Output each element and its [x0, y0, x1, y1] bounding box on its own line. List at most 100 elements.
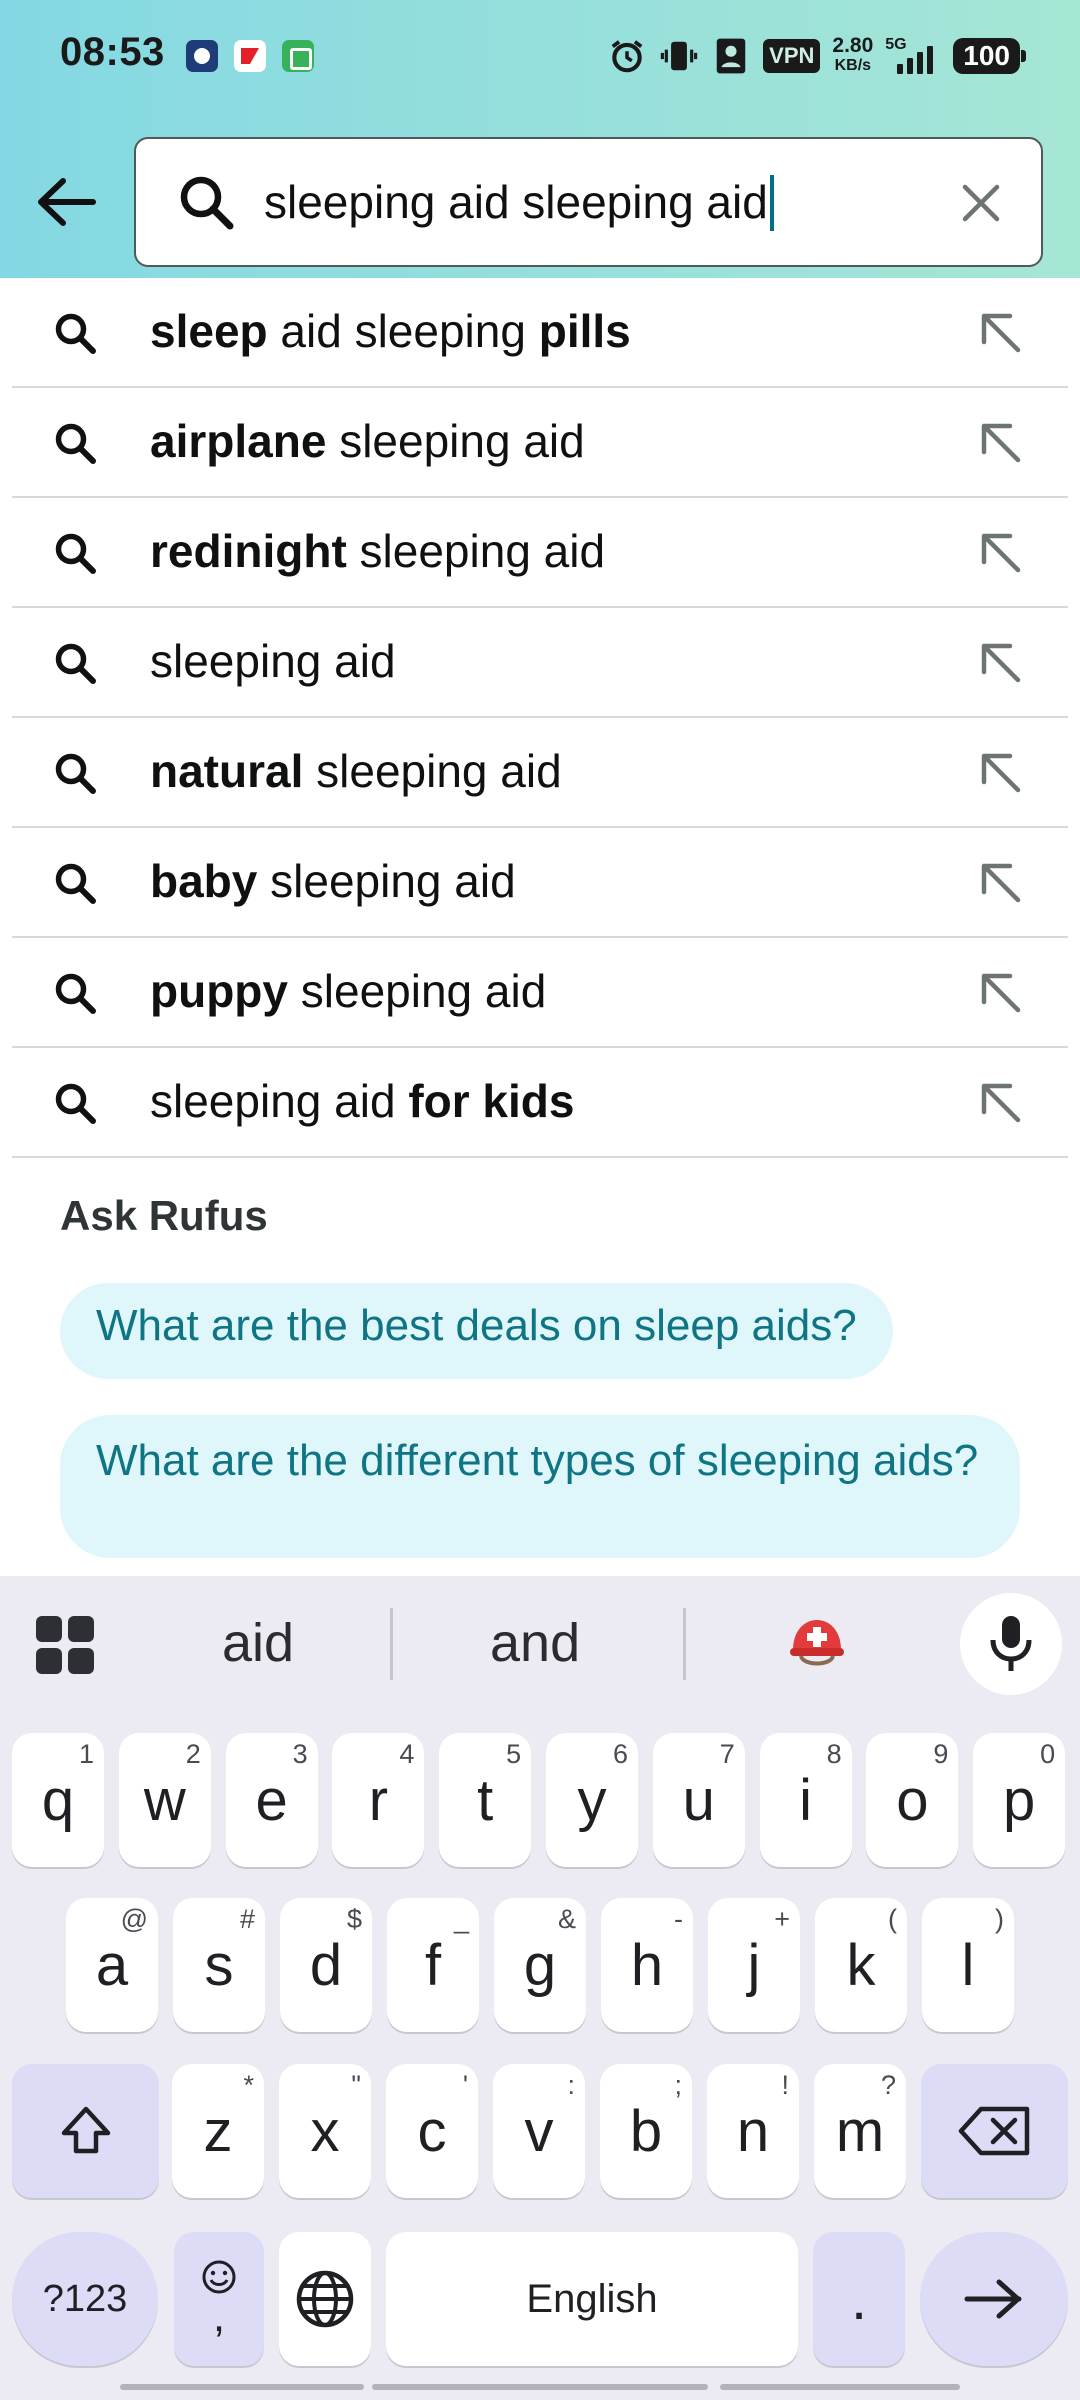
rufus-question-chip[interactable]: What are the different types of sleeping… [60, 1415, 1020, 1558]
voice-input-button[interactable] [960, 1593, 1062, 1695]
key-j[interactable]: j + [708, 1898, 800, 2032]
key-b[interactable]: b; [600, 2064, 692, 2198]
contact-card-icon [711, 36, 751, 76]
key-u[interactable]: u7 [652, 1733, 745, 1867]
space-bar[interactable]: English [386, 2232, 798, 2366]
search-icon [52, 420, 98, 471]
fill-query-arrow-icon[interactable] [974, 416, 1026, 468]
key-hint: 9 [933, 1739, 949, 1769]
key-i[interactable]: i8 [759, 1733, 852, 1867]
symbols-key[interactable]: ?123 [12, 2232, 158, 2366]
search-suggestion-row[interactable]: puppy sleeping aid [12, 938, 1068, 1048]
period-key[interactable]: . [813, 2232, 905, 2366]
key-w[interactable]: w2 [118, 1733, 211, 1867]
search-input[interactable]: sleeping aid sleeping aid [134, 137, 1043, 267]
suggestion-text: airplane sleeping aid [150, 414, 585, 468]
gesture-navigation-bar[interactable] [720, 2384, 960, 2390]
emoji-comma-key[interactable]: , [174, 2232, 264, 2366]
suggestion-text: sleeping aid [150, 634, 396, 688]
clear-search-button[interactable] [953, 175, 1009, 231]
enter-key[interactable] [920, 2232, 1068, 2366]
search-icon [180, 176, 234, 230]
key-g[interactable]: g & [494, 1898, 586, 2032]
key-t[interactable]: t5 [439, 1733, 532, 1867]
key-label: x [310, 2098, 340, 2164]
key-hint: _ [453, 1904, 469, 1934]
key-label: p [1003, 1767, 1036, 1833]
keyboard-apps-grid-icon[interactable] [36, 1616, 94, 1674]
key-hint: 8 [826, 1739, 842, 1769]
key-hint: @ [120, 1904, 148, 1934]
fill-query-arrow-icon[interactable] [974, 856, 1026, 908]
key-label: t [477, 1767, 494, 1833]
ask-rufus-heading: Ask Rufus [60, 1192, 268, 1239]
backspace-key[interactable] [921, 2064, 1068, 2198]
key-r[interactable]: r4 [332, 1733, 425, 1867]
key-label: z [203, 2098, 233, 2164]
search-icon [52, 1080, 98, 1131]
key-label: i [799, 1767, 813, 1833]
search-suggestion-row[interactable]: sleep aid sleeping pills [12, 278, 1068, 388]
search-suggestion-row[interactable]: baby sleeping aid [12, 828, 1068, 938]
app-notification-icon [186, 40, 218, 72]
search-suggestion-row[interactable]: sleeping aid [12, 608, 1068, 718]
fill-query-arrow-icon[interactable] [974, 636, 1026, 688]
key-hint: 2 [185, 1739, 201, 1769]
key-hint: 1 [78, 1739, 94, 1769]
suggestion-divider [390, 1608, 393, 1680]
key-p[interactable]: p0 [973, 1733, 1066, 1867]
search-suggestion-row[interactable]: airplane sleeping aid [12, 388, 1068, 498]
suggestion-text-bold: baby [150, 855, 258, 907]
gesture-navigation-bar[interactable] [372, 2384, 708, 2390]
key-m[interactable]: m? [814, 2064, 906, 2198]
key-s[interactable]: s # [173, 1898, 265, 2032]
key-n[interactable]: n! [707, 2064, 799, 2198]
fill-query-arrow-icon[interactable] [974, 306, 1026, 358]
key-label: o [896, 1767, 929, 1833]
rufus-question-chip[interactable]: What are the best deals on sleep aids? [60, 1283, 893, 1379]
suggestion-text-regular: sleeping aid [303, 745, 562, 797]
fill-query-arrow-icon[interactable] [974, 746, 1026, 798]
key-o[interactable]: o9 [866, 1733, 959, 1867]
suggestion-text-regular: aid sleeping [267, 305, 539, 357]
key-c[interactable]: c ' [386, 2064, 478, 2198]
language-key[interactable] [279, 2232, 371, 2366]
key-z[interactable]: z * [172, 2064, 264, 2198]
search-suggestion-row[interactable]: natural sleeping aid [12, 718, 1068, 828]
fill-query-arrow-icon[interactable] [974, 526, 1026, 578]
keyboard-word-suggestion[interactable]: and [490, 1612, 580, 1674]
search-suggestion-row[interactable]: sleeping aid for kids [12, 1048, 1068, 1158]
key-v[interactable]: v: [493, 2064, 585, 2198]
search-query-text[interactable]: sleeping aid sleeping aid [264, 174, 774, 234]
rescue-helmet-emoji-icon[interactable] [787, 1612, 847, 1672]
globe-icon [296, 2270, 354, 2328]
key-label: u [682, 1767, 715, 1833]
key-q[interactable]: q1 [12, 1733, 104, 1867]
key-a[interactable]: a @ [66, 1898, 158, 2032]
key-x[interactable]: x " [279, 2064, 371, 2198]
key-y[interactable]: y6 [546, 1733, 638, 1867]
search-query: sleeping aid sleeping aid [264, 176, 768, 228]
key-hint: 7 [719, 1739, 735, 1769]
key-hint: 4 [399, 1739, 415, 1769]
key-f[interactable]: f _ [387, 1898, 479, 2032]
key-hint: 5 [506, 1739, 522, 1769]
key-h[interactable]: h- [601, 1898, 693, 2032]
key-label: r [368, 1767, 389, 1833]
keyboard-word-suggestion[interactable]: aid [222, 1612, 294, 1674]
shift-key[interactable] [12, 2064, 159, 2198]
search-suggestion-row[interactable]: redinight sleeping aid [12, 498, 1068, 608]
key-l[interactable]: l) [922, 1898, 1014, 2032]
key-label: a [95, 1932, 129, 1998]
key-e[interactable]: e3 [225, 1733, 318, 1867]
back-button[interactable] [30, 166, 102, 238]
key-label: k [846, 1932, 876, 1998]
key-d[interactable]: d $ [280, 1898, 372, 2032]
fill-query-arrow-icon[interactable] [974, 1076, 1026, 1128]
gesture-navigation-bar[interactable] [120, 2384, 364, 2390]
suggestion-text: natural sleeping aid [150, 744, 562, 798]
key-k[interactable]: k( [815, 1898, 907, 2032]
key-hint: - [674, 1904, 683, 1934]
fill-query-arrow-icon[interactable] [974, 966, 1026, 1018]
symbols-key-label: ?123 [42, 2277, 128, 2320]
